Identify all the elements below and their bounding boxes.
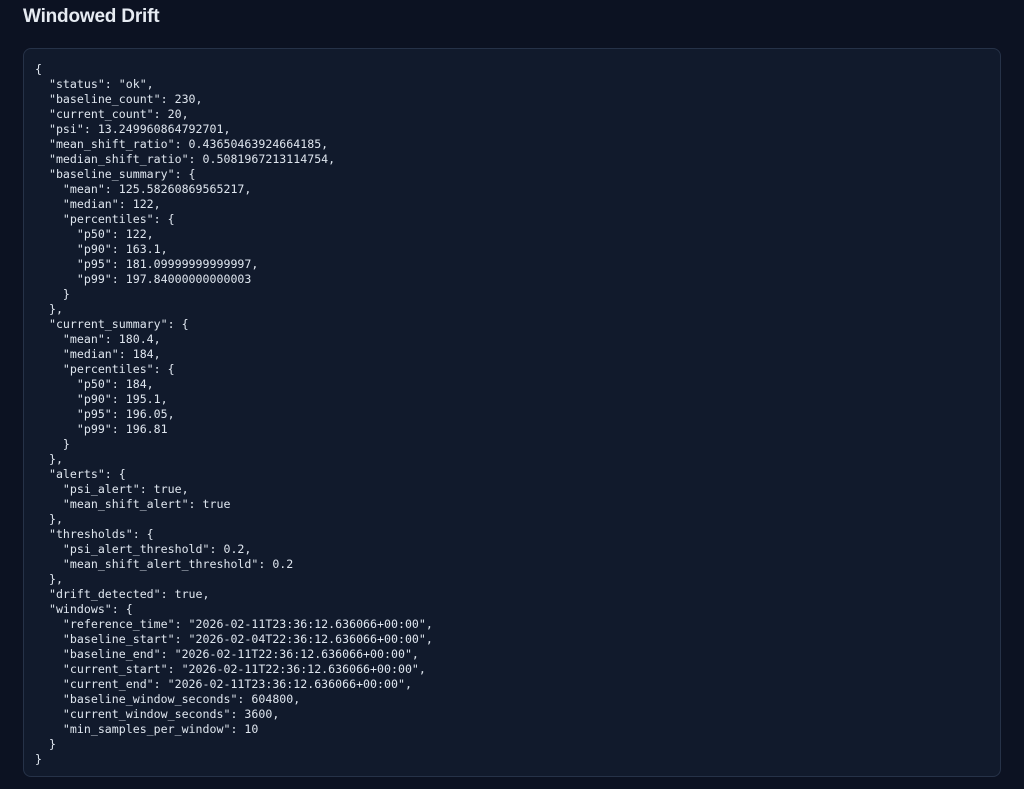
page-title: Windowed Drift xyxy=(23,6,160,27)
json-output-text: { "status": "ok", "baseline_count": 230,… xyxy=(35,62,433,766)
json-output-panel: { "status": "ok", "baseline_count": 230,… xyxy=(23,48,1001,777)
